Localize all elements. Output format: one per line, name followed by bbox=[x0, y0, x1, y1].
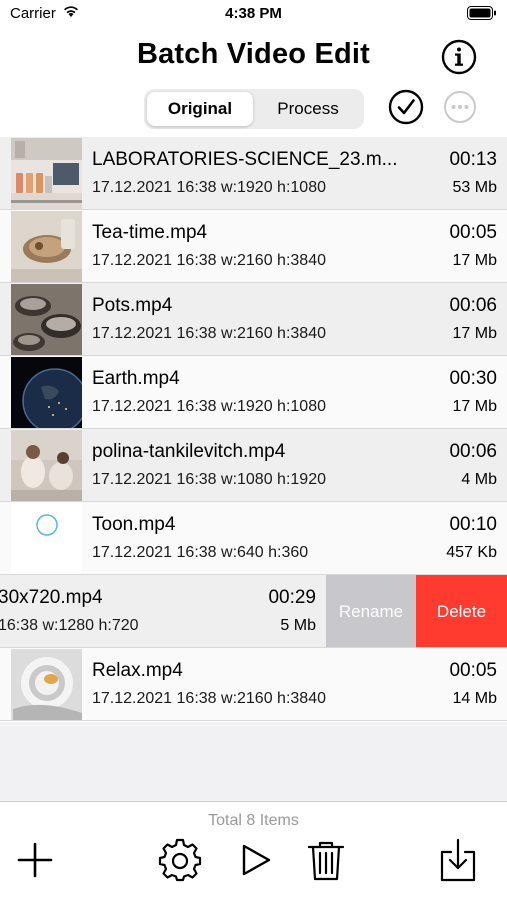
video-duration: 00:05 bbox=[449, 222, 497, 243]
total-count-label: Total 8 Items bbox=[208, 812, 299, 829]
plus-icon[interactable] bbox=[16, 838, 54, 882]
video-duration: 00:29 bbox=[268, 587, 316, 608]
video-thumbnail bbox=[11, 211, 82, 282]
video-name: Earth.mp4 bbox=[92, 368, 180, 389]
video-duration: 00:10 bbox=[449, 514, 497, 535]
video-name: polina-tankilevitch.mp4 bbox=[92, 441, 286, 462]
video-thumbnail bbox=[11, 138, 82, 209]
video-thumbnail bbox=[11, 430, 82, 501]
checkmark-circle-icon[interactable] bbox=[388, 89, 424, 125]
video-duration: 00:30 bbox=[449, 368, 497, 389]
video-duration: 00:05 bbox=[449, 660, 497, 681]
page-title: Batch Video Edit bbox=[136, 38, 371, 70]
video-row-polina[interactable]: polina-tankilevitch.mp4 17.12.2021 16:38… bbox=[0, 429, 507, 502]
video-name: Pots.mp4 bbox=[92, 295, 173, 316]
video-size: 53 Mb bbox=[452, 179, 497, 196]
video-thumbnail bbox=[11, 503, 82, 574]
video-meta: 17.12.2021 16:38 w:1920 h:1080 bbox=[92, 398, 326, 415]
video-thumbnail bbox=[11, 357, 82, 428]
segment-original[interactable]: Original bbox=[147, 92, 253, 126]
video-size: 14 Mb bbox=[452, 690, 497, 707]
video-size: 17 Mb bbox=[452, 398, 497, 415]
video-row-earth[interactable]: Earth.mp4 17.12.2021 16:38 w:1920 h:1080… bbox=[0, 356, 507, 429]
delete-button[interactable]: Delete bbox=[416, 575, 507, 647]
segmented-control: Original Process bbox=[144, 89, 364, 129]
video-meta: 16:38 w:1280 h:720 bbox=[0, 617, 139, 634]
video-name: Tea-time.mp4 bbox=[92, 222, 208, 243]
info-icon[interactable] bbox=[441, 39, 477, 75]
video-meta: 17.12.2021 16:38 w:2160 h:3840 bbox=[92, 690, 326, 707]
segment-process[interactable]: Process bbox=[255, 92, 361, 126]
video-size: 17 Mb bbox=[452, 252, 497, 269]
play-icon[interactable] bbox=[238, 838, 274, 882]
video-duration: 00:06 bbox=[449, 441, 497, 462]
rename-button[interactable]: Rename bbox=[326, 575, 416, 647]
video-size: 17 Mb bbox=[452, 325, 497, 342]
gear-icon[interactable] bbox=[158, 838, 202, 882]
ellipsis-circle-icon[interactable] bbox=[443, 90, 477, 124]
list-empty-area bbox=[0, 722, 507, 802]
video-row-pots[interactable]: Pots.mp4 17.12.2021 16:38 w:2160 h:3840 … bbox=[0, 283, 507, 356]
video-size: 4 Mb bbox=[461, 471, 497, 488]
video-size: 5 Mb bbox=[280, 617, 316, 634]
video-thumbnail bbox=[11, 284, 82, 355]
video-meta: 17.12.2021 16:38 w:2160 h:3840 bbox=[92, 252, 326, 269]
video-row-toon[interactable]: Toon.mp4 17.12.2021 16:38 w:640 h:360 00… bbox=[0, 502, 507, 575]
video-name: Relax.mp4 bbox=[92, 660, 183, 681]
video-row-tea-time[interactable]: Tea-time.mp4 17.12.2021 16:38 w:2160 h:3… bbox=[0, 210, 507, 283]
toolbar-divider bbox=[0, 801, 507, 802]
video-meta: 17.12.2021 16:38 w:640 h:360 bbox=[92, 544, 309, 561]
video-thumbnail bbox=[11, 649, 82, 720]
status-time: 4:38 PM bbox=[225, 5, 282, 22]
video-row-relax[interactable]: Relax.mp4 17.12.2021 16:38 w:2160 h:3840… bbox=[0, 648, 507, 721]
video-size: 457 Kb bbox=[446, 544, 497, 561]
video-name: LABORATORIES-SCIENCE_23.m... bbox=[92, 149, 398, 170]
trash-icon[interactable] bbox=[306, 838, 346, 882]
video-name: 30x720.mp4 bbox=[0, 587, 103, 608]
video-duration: 00:13 bbox=[449, 149, 497, 170]
status-bar: Carrier 4:38 PM bbox=[0, 0, 507, 30]
download-icon[interactable] bbox=[438, 838, 478, 882]
battery-icon bbox=[467, 6, 496, 20]
video-meta: 17.12.2021 16:38 w:1920 h:1080 bbox=[92, 179, 326, 196]
video-row-laboratories[interactable]: LABORATORIES-SCIENCE_23.m... 17.12.2021 … bbox=[0, 137, 507, 210]
video-name: Toon.mp4 bbox=[92, 514, 176, 535]
video-duration: 00:06 bbox=[449, 295, 497, 316]
video-row-swiped[interactable]: 30x720.mp4 16:38 w:1280 h:720 00:29 5 Mb… bbox=[0, 575, 507, 648]
video-meta: 17.12.2021 16:38 w:2160 h:3840 bbox=[92, 325, 326, 342]
video-meta: 17.12.2021 16:38 w:1080 h:1920 bbox=[92, 471, 326, 488]
